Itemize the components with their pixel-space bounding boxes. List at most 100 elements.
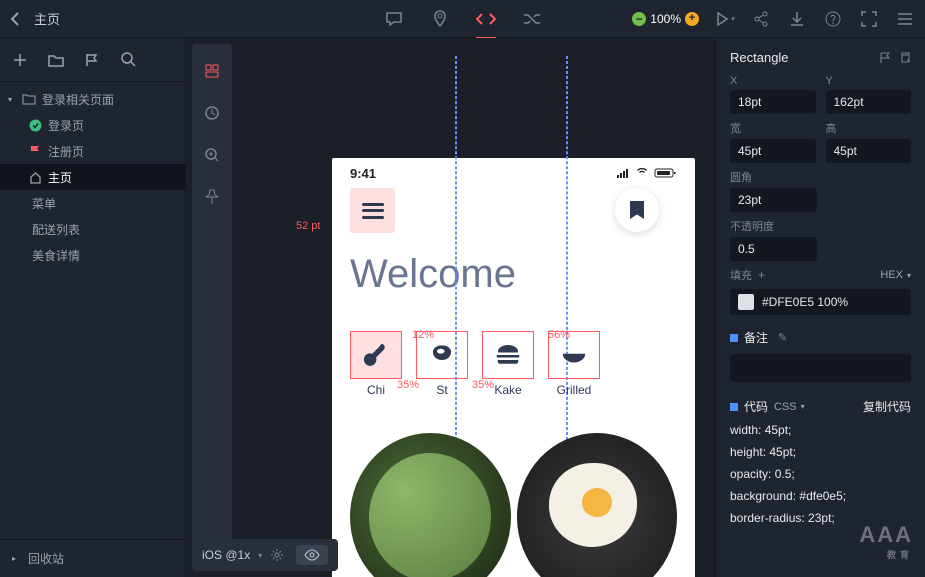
fill-swatch-row[interactable]: #DFE0E5 100% [730, 289, 911, 315]
add-icon[interactable] [12, 52, 28, 68]
category-chicken[interactable]: Chi [350, 331, 402, 397]
history-icon[interactable] [203, 104, 221, 122]
page-tree: ▾ 登录相关页面 登录页 注册页 主页 菜单 配送列表 美食详情 [0, 82, 185, 539]
opacity-label: 不透明度 [730, 218, 911, 234]
help-icon[interactable] [823, 9, 843, 29]
y-input[interactable] [826, 90, 912, 114]
section-marker-icon [730, 334, 738, 342]
flag-icon[interactable] [84, 52, 100, 68]
radius-label: 圆角 [730, 169, 911, 185]
bowl-icon [559, 340, 589, 370]
tree-item-delivery[interactable]: 配送列表 [0, 216, 185, 242]
opacity-input[interactable] [730, 237, 817, 261]
tree-item-menu[interactable]: 菜单 [0, 190, 185, 216]
tree-label: 菜单 [32, 195, 56, 212]
inspector-title: Rectangle [730, 50, 789, 65]
eye-icon[interactable] [296, 545, 328, 565]
zoom-tool-icon[interactable] [203, 146, 221, 164]
chevron-right-icon: ▸ [12, 554, 20, 563]
play-icon[interactable]: ▾ [715, 9, 735, 29]
trash-button[interactable]: ▸ 回收站 [0, 539, 185, 577]
x-input[interactable] [730, 90, 816, 114]
radius-input[interactable] [730, 188, 817, 212]
canvas[interactable]: 48 pt 52 pt 9:41 Welcome [232, 38, 715, 577]
code-line: height: 45pt; [730, 445, 911, 459]
category-label: Kake [494, 383, 521, 397]
search-icon[interactable] [120, 52, 136, 68]
swatch-value: #DFE0E5 100% [762, 295, 848, 309]
plate-eggs [517, 433, 678, 577]
bookmark-button[interactable] [615, 188, 659, 232]
section-marker-icon [730, 403, 738, 411]
home-icon [28, 170, 42, 184]
tree-label: 登录相关页面 [42, 91, 114, 108]
share-icon[interactable] [751, 9, 771, 29]
check-circle-icon [28, 118, 42, 132]
scale-selector[interactable]: iOS @1x [202, 548, 250, 562]
category-grilled[interactable]: Grilled [548, 331, 600, 397]
chicken-icon [361, 340, 391, 370]
x-label: X [730, 75, 816, 87]
welcome-heading: Welcome [350, 252, 677, 297]
h-label: 高 [826, 120, 912, 136]
width-input[interactable] [730, 139, 816, 163]
pencil-icon[interactable]: ✎ [778, 331, 787, 344]
hamburger-icon [362, 203, 384, 219]
gear-icon[interactable] [270, 548, 284, 562]
tree-label: 配送列表 [32, 221, 80, 238]
bottom-toolbar: iOS @1x ▾ [192, 539, 338, 571]
back-button[interactable] [10, 12, 20, 26]
flag-icon[interactable] [879, 52, 891, 64]
code-line: border-radius: 23pt; [730, 511, 911, 525]
category-label: Grilled [557, 383, 592, 397]
category-steak[interactable]: St [416, 331, 468, 397]
zoom-indicator[interactable]: − 100% + [632, 12, 699, 26]
tree-item-register[interactable]: 注册页 [0, 138, 185, 164]
pin-tool-icon[interactable] [203, 188, 221, 206]
category-kake[interactable]: Kake [482, 331, 534, 397]
menu-button[interactable] [350, 188, 395, 233]
folder-icon[interactable] [48, 52, 64, 68]
menu-icon[interactable] [895, 9, 915, 29]
canvas-area: 48 pt 52 pt 9:41 Welcome [186, 38, 715, 577]
comment-icon[interactable] [384, 9, 404, 29]
shuffle-icon[interactable] [522, 9, 542, 29]
fullscreen-icon[interactable] [859, 9, 879, 29]
tool-rail [192, 44, 232, 571]
layers-icon[interactable] [203, 62, 221, 80]
food-image [350, 433, 677, 577]
copy-code-button[interactable]: 复制代码 [863, 398, 911, 415]
zoom-plus-icon[interactable]: + [685, 12, 699, 26]
tree-item-login[interactable]: 登录页 [0, 112, 185, 138]
zoom-minus-icon[interactable]: − [632, 12, 646, 26]
download-icon[interactable] [787, 9, 807, 29]
inspector-panel: Rectangle X Y 宽 高 圆角 不透明度 填充 + [715, 38, 925, 577]
fill-label: 填充 [730, 267, 752, 283]
code-icon[interactable] [476, 9, 496, 29]
tree-item-home[interactable]: 主页 [0, 164, 185, 190]
flag-icon [28, 144, 42, 158]
burger-icon [493, 340, 523, 370]
hex-label[interactable]: HEX [880, 269, 903, 281]
y-label: Y [826, 75, 912, 87]
copy-icon[interactable] [899, 52, 911, 64]
chevron-down-icon[interactable]: ▾ [907, 271, 911, 280]
css-selector[interactable]: CSS▾ [774, 401, 805, 413]
bookmark-icon [630, 201, 644, 219]
tree-item-detail[interactable]: 美食详情 [0, 242, 185, 268]
folder-open-icon [22, 92, 36, 106]
height-input[interactable] [826, 139, 912, 163]
status-icons [617, 167, 677, 179]
tree-label: 登录页 [48, 117, 84, 134]
fried-egg-icon [549, 463, 637, 547]
zoom-value: 100% [650, 12, 681, 26]
color-swatch[interactable] [738, 294, 754, 310]
add-fill-icon[interactable]: + [758, 268, 765, 282]
w-label: 宽 [730, 120, 816, 136]
notes-input[interactable] [730, 354, 911, 382]
chevron-down-icon[interactable]: ▾ [258, 551, 262, 560]
tree-folder[interactable]: ▾ 登录相关页面 [0, 86, 185, 112]
plate-avocado [350, 433, 511, 577]
category-label: Chi [367, 383, 385, 397]
pin-icon[interactable] [430, 9, 450, 29]
